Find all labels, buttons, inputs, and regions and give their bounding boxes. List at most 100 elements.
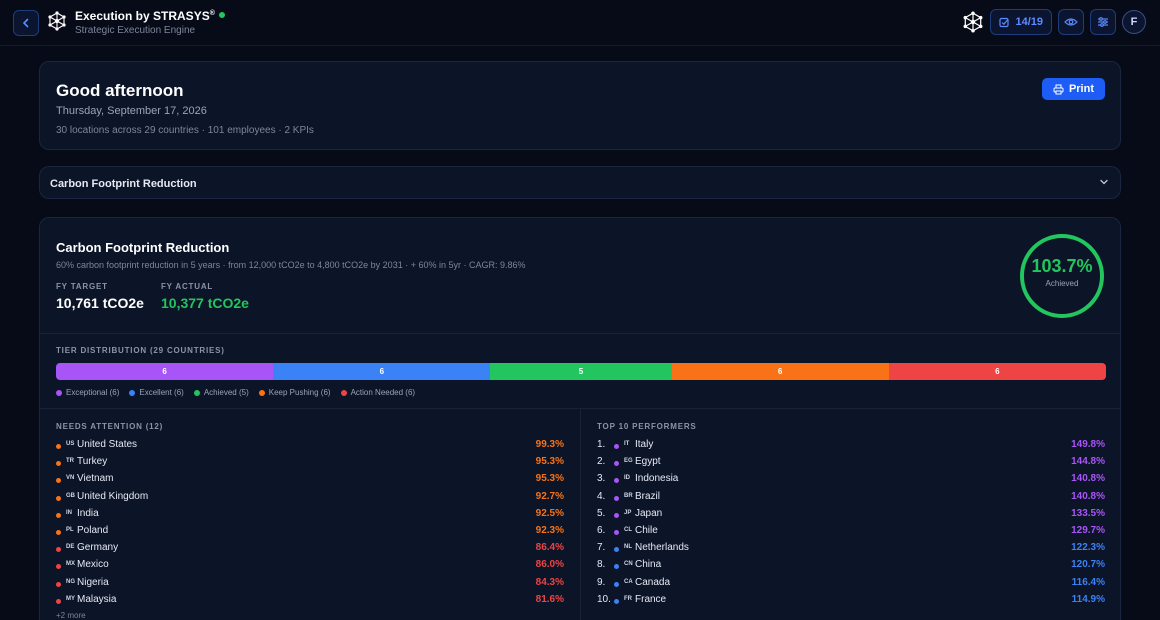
country-percentage: 129.7% bbox=[1071, 524, 1105, 536]
kpi-accordion[interactable]: Carbon Footprint Reduction bbox=[39, 166, 1121, 199]
achieved-label: Achieved bbox=[1045, 279, 1079, 288]
greeting-card: Good afternoon Thursday, September 17, 2… bbox=[39, 61, 1121, 150]
rank-number: 6. bbox=[597, 524, 606, 536]
back-button[interactable] bbox=[13, 10, 39, 36]
list-item[interactable]: 6. CL Chile 129.7% bbox=[597, 525, 1105, 542]
needs-attention-list: US United States 99.3% TR Turkey 95.3% VN Vietn… bbox=[56, 439, 564, 611]
chevron-left-icon bbox=[22, 18, 29, 28]
country-name: Mexico bbox=[77, 559, 109, 571]
country-name: Vietnam bbox=[77, 473, 114, 485]
tier-dot bbox=[614, 598, 619, 604]
country-code: IT bbox=[624, 441, 630, 447]
country-code: MY bbox=[66, 595, 75, 602]
list-item[interactable]: 2. EG Egypt 144.8% bbox=[597, 456, 1105, 473]
country-code: IN bbox=[66, 509, 72, 516]
network-hub-icon[interactable] bbox=[962, 11, 984, 33]
chevron-down-icon[interactable] bbox=[1098, 176, 1110, 188]
rank-number: 7. bbox=[597, 542, 606, 554]
country-code: CL bbox=[624, 526, 632, 533]
tier-distribution-label: TIER DISTRIBUTION (29 COUNTRIES) bbox=[56, 346, 225, 355]
legend-dot bbox=[340, 389, 347, 396]
legend-label: Exceptional (6) bbox=[66, 388, 120, 397]
country-code: CN bbox=[624, 561, 633, 568]
view-button[interactable] bbox=[1058, 9, 1084, 35]
print-button[interactable]: Print bbox=[1041, 78, 1105, 100]
rank-number: 5. bbox=[597, 507, 606, 519]
country-name: Italy bbox=[635, 439, 654, 450]
tier-segment[interactable]: 6 bbox=[56, 363, 274, 380]
country-percentage: 92.3% bbox=[535, 524, 564, 536]
progress-button[interactable]: 14/19 bbox=[990, 9, 1052, 35]
user-avatar[interactable]: F bbox=[1122, 10, 1146, 34]
country-name: Egypt bbox=[635, 456, 661, 468]
list-item[interactable]: 8. CN China 120.7% bbox=[597, 559, 1105, 576]
list-item[interactable]: 3. ID Indonesia 140.8% bbox=[597, 473, 1105, 490]
list-item[interactable]: 5. JP Japan 133.5% bbox=[597, 508, 1105, 525]
tier-legend: Exceptional (6) Excellent (6) Achieved (5)… bbox=[56, 388, 415, 397]
tier-segment[interactable]: 6 bbox=[273, 363, 491, 380]
tier-segment[interactable]: 6 bbox=[888, 363, 1106, 380]
country-percentage: 86.4% bbox=[535, 542, 564, 554]
tier-distribution-bar: 66566 bbox=[56, 363, 1106, 380]
tier-dot bbox=[614, 495, 619, 501]
country-code: NG bbox=[66, 578, 75, 585]
list-item[interactable]: MY Malaysia 81.6% bbox=[56, 594, 564, 611]
tier-segment[interactable]: 5 bbox=[490, 363, 672, 380]
app-title: Execution by STRASYS® bbox=[75, 9, 225, 23]
list-item[interactable]: IN India 92.5% bbox=[56, 508, 564, 525]
country-code: BR bbox=[624, 492, 633, 499]
list-item[interactable]: TR Turkey 95.3% bbox=[56, 456, 564, 473]
list-item[interactable]: US United States 99.3% bbox=[56, 439, 564, 456]
tier-dot bbox=[56, 547, 61, 553]
list-item[interactable]: MX Mexico 86.0% bbox=[56, 559, 564, 576]
country-percentage: 92.7% bbox=[535, 490, 564, 502]
list-item[interactable]: NG Nigeria 84.3% bbox=[56, 577, 564, 594]
country-code: US bbox=[66, 441, 75, 447]
country-percentage: 95.3% bbox=[535, 473, 564, 485]
country-name: Chile bbox=[635, 524, 658, 536]
toolbar: 14/19 F bbox=[962, 9, 1146, 35]
country-percentage: 140.8% bbox=[1071, 490, 1105, 502]
legend-label: Keep Pushing (6) bbox=[268, 388, 331, 397]
list-item[interactable]: 7. NL Netherlands 122.3% bbox=[597, 542, 1105, 559]
rank-number: 8. bbox=[597, 559, 606, 571]
list-item[interactable]: 1. IT Italy 149.8% bbox=[597, 439, 1105, 456]
list-item[interactable]: VN Vietnam 95.3% bbox=[56, 473, 564, 490]
list-item[interactable]: 9. CA Canada 116.4% bbox=[597, 577, 1105, 594]
country-percentage: 122.3% bbox=[1071, 542, 1105, 554]
country-name: China bbox=[635, 559, 662, 571]
tier-dot bbox=[56, 598, 61, 604]
country-percentage: 95.3% bbox=[535, 456, 564, 468]
needs-attention-label: NEEDS ATTENTION (12) bbox=[56, 422, 164, 431]
country-code: TR bbox=[66, 458, 74, 465]
country-percentage: 133.5% bbox=[1071, 507, 1105, 519]
legend-label: Achieved (5) bbox=[203, 388, 249, 397]
list-item[interactable]: 4. BR Brazil 140.8% bbox=[597, 491, 1105, 508]
tier-dot bbox=[614, 444, 619, 449]
country-name: Nigeria bbox=[77, 576, 109, 588]
tier-dot bbox=[614, 547, 619, 553]
country-percentage: 81.6% bbox=[535, 593, 564, 605]
country-percentage: 86.0% bbox=[535, 559, 564, 571]
country-name: Netherlands bbox=[635, 542, 689, 554]
tier-segment[interactable]: 6 bbox=[671, 363, 889, 380]
tier-dot bbox=[614, 581, 619, 587]
country-name: Turkey bbox=[77, 456, 108, 468]
settings-button[interactable] bbox=[1090, 9, 1116, 35]
list-item[interactable]: DE Germany 86.4% bbox=[56, 542, 564, 559]
list-item[interactable]: PL Poland 92.3% bbox=[56, 525, 564, 542]
tier-dot bbox=[614, 564, 619, 570]
rank-number: 1. bbox=[597, 439, 606, 450]
list-item[interactable]: 10. FR France 114.9% bbox=[597, 594, 1105, 611]
kpi-title: Carbon Footprint Reduction bbox=[56, 240, 230, 255]
tier-dot bbox=[56, 444, 61, 449]
rank-number: 9. bbox=[597, 576, 606, 588]
list-item[interactable]: GB United Kingdom 92.7% bbox=[56, 491, 564, 508]
more-link[interactable]: +2 more bbox=[56, 611, 86, 620]
country-name: India bbox=[77, 507, 99, 519]
column-divider bbox=[580, 408, 581, 620]
country-name: Brazil bbox=[635, 490, 661, 502]
section-divider bbox=[40, 333, 1120, 334]
legend-label: Action Needed (6) bbox=[350, 388, 416, 397]
country-percentage: 140.8% bbox=[1071, 473, 1105, 485]
